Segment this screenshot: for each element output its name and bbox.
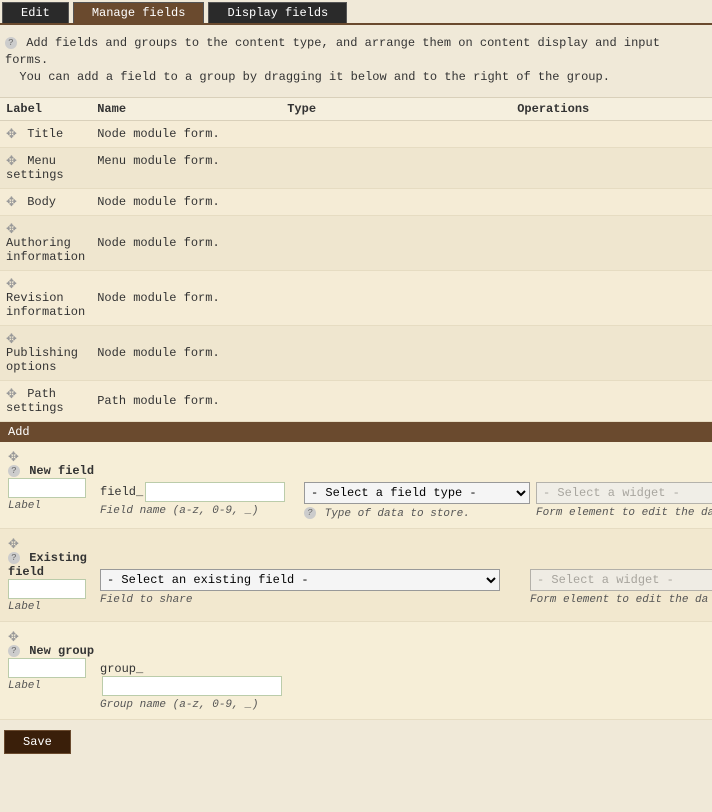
drag-icon[interactable]: ✥ [6, 154, 20, 168]
row-name: Node module form. [91, 121, 281, 148]
drag-icon[interactable]: ✥ [8, 537, 22, 551]
table-row: ✥ Path settings Path module form. [0, 381, 712, 422]
drag-icon[interactable]: ✥ [6, 195, 20, 209]
row-name: Menu module form. [91, 148, 281, 189]
new-field-name-input[interactable] [145, 482, 285, 502]
new-field-widget-select[interactable]: - Select a widget - [536, 482, 712, 504]
help-text: ? Add fields and groups to the content t… [0, 25, 712, 97]
row-name: Node module form. [91, 271, 281, 326]
existing-field-label-hint: Label [8, 601, 41, 613]
help-icon[interactable]: ? [8, 645, 20, 657]
field-prefix: field_ [100, 485, 143, 499]
add-header: Add [0, 422, 712, 442]
new-field-label-hint: Label [8, 500, 41, 512]
help-icon[interactable]: ? [8, 465, 20, 477]
tab-edit[interactable]: Edit [2, 2, 69, 23]
existing-field-title: Existing field [8, 551, 87, 579]
col-type: Type [281, 98, 511, 121]
existing-field-widget-select[interactable]: - Select a widget - [530, 569, 712, 591]
table-row: ✥Publishing options Node module form. [0, 326, 712, 381]
help-line2: You can add a field to a group by draggi… [19, 70, 610, 84]
help-icon[interactable]: ? [304, 507, 316, 519]
col-operations: Operations [511, 98, 712, 121]
existing-field-select[interactable]: - Select an existing field - [100, 569, 500, 591]
table-row: ✥ Title Node module form. [0, 121, 712, 148]
new-group-title: New group [29, 644, 94, 658]
new-field-widget-hint: Form element to edit the da [536, 507, 712, 519]
col-name: Name [91, 98, 281, 121]
row-name: Node module form. [91, 326, 281, 381]
new-group-name-input[interactable] [102, 676, 282, 696]
row-label: Title [27, 127, 63, 141]
row-label: Authoring information [6, 236, 85, 264]
new-field-type-hint: Type of data to store. [325, 508, 470, 520]
drag-icon[interactable]: ✥ [8, 630, 22, 644]
fields-table: Label Name Type Operations ✥ Title Node … [0, 97, 712, 422]
new-field-name-hint: Field name (a-z, 0-9, _) [100, 505, 298, 517]
tab-display-fields[interactable]: Display fields [208, 2, 347, 23]
row-name: Path module form. [91, 381, 281, 422]
existing-field-select-hint: Field to share [100, 594, 524, 606]
new-group-name-hint: Group name (a-z, 0-9, _) [100, 699, 298, 711]
new-field-title: New field [29, 464, 94, 478]
new-group-label-input[interactable] [8, 658, 86, 678]
new-group-label-hint: Label [8, 680, 41, 692]
new-field-label-input[interactable] [8, 478, 86, 498]
drag-icon[interactable]: ✥ [6, 332, 20, 346]
new-field-section: ✥ ? New field Label field_ Field name (a… [0, 442, 712, 529]
save-button[interactable]: Save [4, 730, 71, 754]
drag-icon[interactable]: ✥ [6, 222, 20, 236]
tab-manage-fields[interactable]: Manage fields [73, 2, 205, 23]
existing-field-label-input[interactable] [8, 579, 86, 599]
row-label: Revision information [6, 291, 85, 319]
row-name: Node module form. [91, 216, 281, 271]
existing-field-section: ✥ ? Existing field Label - Select an exi… [0, 529, 712, 622]
table-row: ✥ Menu settings Menu module form. [0, 148, 712, 189]
new-group-section: ✥ ? New group Label group_ Group name (a… [0, 622, 712, 720]
drag-icon[interactable]: ✥ [6, 387, 20, 401]
new-field-type-select[interactable]: - Select a field type - [304, 482, 530, 504]
col-label: Label [0, 98, 91, 121]
help-line1: Add fields and groups to the content typ… [5, 36, 660, 67]
drag-icon[interactable]: ✥ [6, 277, 20, 291]
row-name: Node module form. [91, 189, 281, 216]
table-row: ✥ Body Node module form. [0, 189, 712, 216]
row-label: Body [27, 195, 56, 209]
group-prefix: group_ [100, 662, 143, 676]
row-label: Publishing options [6, 346, 78, 374]
drag-icon[interactable]: ✥ [8, 450, 22, 464]
help-icon[interactable]: ? [8, 552, 20, 564]
table-row: ✥Revision information Node module form. [0, 271, 712, 326]
table-row: ✥Authoring information Node module form. [0, 216, 712, 271]
existing-field-widget-hint: Form element to edit the da [530, 594, 712, 606]
help-icon[interactable]: ? [5, 37, 17, 49]
drag-icon[interactable]: ✥ [6, 127, 20, 141]
